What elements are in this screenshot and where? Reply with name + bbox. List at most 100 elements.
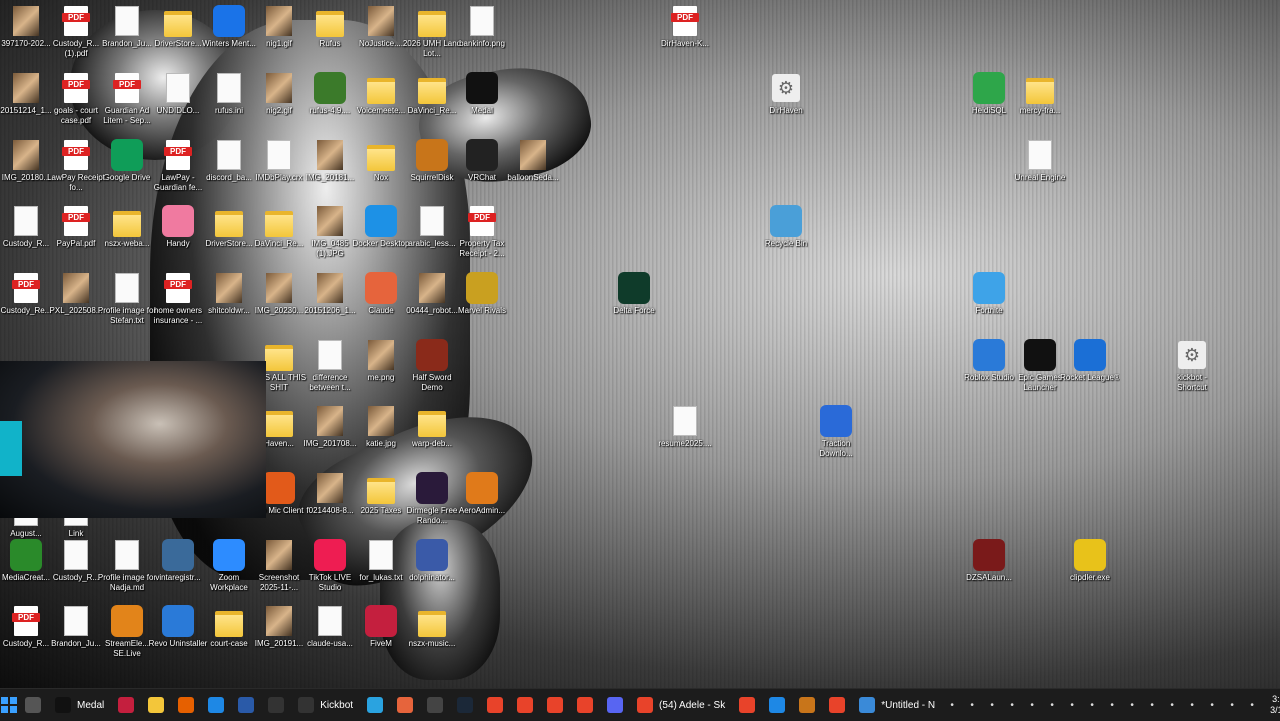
clock[interactable]: 3:13 AM 3/1/2026 xyxy=(1270,694,1280,716)
desktop-icon[interactable]: Traction Downlo... xyxy=(810,405,862,471)
desktop-icon[interactable]: me.png xyxy=(355,339,407,405)
desktop-icon[interactable]: claude-usa... xyxy=(304,605,356,671)
taskbar-item-chrome-6[interactable] xyxy=(823,691,851,719)
desktop-icon[interactable]: discord_ba... xyxy=(203,139,255,205)
tray-icon-14[interactable]: • xyxy=(1202,700,1222,711)
taskbar-item-chrome-youtube[interactable]: (54) Adele - Sk xyxy=(631,691,731,719)
desktop-icon[interactable]: IMG_201708... xyxy=(304,405,356,471)
taskbar-item-discord[interactable] xyxy=(601,691,629,719)
desktop-icon[interactable]: UNDIDLO... xyxy=(152,72,204,138)
tray-icon-6[interactable]: • xyxy=(1042,700,1062,711)
desktop-icon[interactable]: VRChat xyxy=(456,139,508,205)
tray-icon-7[interactable]: • xyxy=(1062,700,1082,711)
desktop-icon[interactable]: IMDbPlay.crx xyxy=(253,139,305,205)
desktop-icon[interactable]: Custody_R... xyxy=(50,539,102,605)
desktop-icon[interactable]: Profile image for Nadja.md xyxy=(98,539,156,605)
desktop-icon[interactable]: Medal xyxy=(456,72,508,138)
taskbar-item-firefox[interactable] xyxy=(172,691,200,719)
taskbar-item-powershell[interactable] xyxy=(232,691,260,719)
desktop-icon[interactable]: Marvel Rivals xyxy=(456,272,508,338)
taskbar-item-telegram[interactable] xyxy=(361,691,389,719)
taskbar-item-chrome-2[interactable] xyxy=(511,691,539,719)
tray-icon-3[interactable]: • xyxy=(982,700,1002,711)
desktop-icon[interactable]: nszx-music... xyxy=(406,605,458,671)
tray-icon-16[interactable]: • xyxy=(1242,700,1262,711)
desktop-icon[interactable]: Zoom Workplace xyxy=(203,539,255,605)
desktop-icon[interactable]: 397170-202... xyxy=(0,5,52,71)
desktop-icon[interactable]: nszx-weba... xyxy=(101,205,153,271)
desktop-icon[interactable]: PDF Custody_R... (1).pdf xyxy=(50,5,102,71)
taskbar-item-chrome-4[interactable] xyxy=(571,691,599,719)
desktop-icon[interactable]: PDF goals - court case.pdf xyxy=(50,72,102,138)
desktop-icon[interactable]: Roblox Studio xyxy=(963,339,1015,405)
taskbar-item-claude[interactable] xyxy=(391,691,419,719)
taskbar-item-app-orange[interactable] xyxy=(793,691,821,719)
desktop-icon[interactable]: difference between t... xyxy=(304,339,356,405)
desktop-icon[interactable]: StreamEle... SE.Live xyxy=(101,605,153,671)
desktop-icon[interactable]: Delta Force xyxy=(608,272,660,338)
desktop-icon[interactable]: PDF Guardian Ad Litem - Sep... xyxy=(101,72,153,138)
desktop-icon[interactable]: NoJustice.... xyxy=(355,5,407,71)
desktop-icon[interactable]: PDF Property Tax Receipt - 2... xyxy=(456,205,508,271)
desktop-icon[interactable]: IMG_20191... xyxy=(253,605,305,671)
desktop-icon[interactable]: Screenshot 2025-11-... xyxy=(253,539,305,605)
taskbar-item-file-explorer[interactable] xyxy=(142,691,170,719)
volume-icon[interactable]: • xyxy=(1222,700,1242,711)
desktop-icon[interactable]: PDF PayPal.pdf xyxy=(50,205,102,271)
desktop-icon[interactable]: Half Sword Demo xyxy=(406,339,458,405)
desktop-icon[interactable]: Brandon_Ju... xyxy=(101,5,153,71)
desktop-icon[interactable]: shitcoldwr... xyxy=(203,272,255,338)
desktop-icon[interactable]: Rocket League® xyxy=(1060,339,1120,405)
desktop-icon[interactable]: Dirmegle Free Rando... xyxy=(406,472,458,538)
taskbar-item-vscode[interactable] xyxy=(763,691,791,719)
desktop-icon[interactable]: nig2.gif xyxy=(253,72,305,138)
desktop-icon[interactable]: Google Drive xyxy=(101,139,153,205)
tray-icon-1[interactable]: • xyxy=(942,700,962,711)
desktop-icon[interactable]: Docker Desktop xyxy=(353,205,409,271)
desktop-icon[interactable]: Recycle Bin xyxy=(760,205,812,271)
desktop-icon[interactable]: Rufus xyxy=(304,5,356,71)
desktop-icon[interactable]: mercy-fra... xyxy=(1014,72,1066,138)
taskbar-item-app-star[interactable] xyxy=(421,691,449,719)
tray-icon-11[interactable]: • xyxy=(1142,700,1162,711)
desktop-icon[interactable]: katie.jpg xyxy=(355,405,407,471)
desktop-icon[interactable]: Voicemeete... xyxy=(355,72,407,138)
desktop-icon[interactable]: 2025 Taxes xyxy=(355,472,407,538)
desktop-icon[interactable]: TikTok LIVE Studio xyxy=(304,539,356,605)
desktop-icon[interactable]: PDF Custody_R... xyxy=(0,605,52,671)
desktop-icon[interactable]: PDF DirHaven-K... xyxy=(659,5,711,71)
desktop-icon[interactable]: court-case xyxy=(203,605,255,671)
desktop-icon[interactable]: resume2025.... xyxy=(658,405,712,471)
desktop-icon[interactable]: rufus.ini xyxy=(203,72,255,138)
desktop-icon[interactable]: PDF home owners insurance - ... xyxy=(152,272,204,338)
taskbar-item-notepad[interactable]: *Untitled - N xyxy=(853,691,941,719)
taskbar-item-kickbot[interactable]: Kickbot xyxy=(292,691,359,719)
desktop-icon[interactable]: Brandon_Ju... xyxy=(50,605,102,671)
desktop-icon[interactable]: Revo Uninstaller xyxy=(149,605,207,671)
tray-icon-13[interactable]: • xyxy=(1182,700,1202,711)
taskbar-item-medal[interactable]: Medal xyxy=(49,691,110,719)
taskbar-item-system-icon[interactable] xyxy=(19,691,47,719)
desktop-icon[interactable]: DriverStore... xyxy=(203,205,255,271)
desktop-icon[interactable]: DaVinci_Re... xyxy=(253,205,305,271)
desktop-icon[interactable]: 00444_robot... xyxy=(406,272,458,338)
desktop-icon[interactable]: Epic Games Launcher xyxy=(1014,339,1066,405)
desktop-icon[interactable]: MediaCreat... xyxy=(0,539,52,605)
tray-icon-2[interactable]: • xyxy=(962,700,982,711)
tray-icon-8[interactable]: • xyxy=(1082,700,1102,711)
desktop-icon[interactable]: Handy xyxy=(152,205,204,271)
taskbar-item-chrome-5[interactable] xyxy=(733,691,761,719)
tray-icon-4[interactable]: • xyxy=(1002,700,1022,711)
desktop-icon[interactable]: 2026 UMH Land Lot... xyxy=(403,5,461,71)
taskbar-item-chrome-3[interactable] xyxy=(541,691,569,719)
desktop-icon[interactable]: nig1.gif xyxy=(253,5,305,71)
desktop-icon[interactable]: PDF Custody_Re... xyxy=(0,272,52,338)
desktop-icon[interactable]: dolphinator... xyxy=(406,539,458,605)
desktop-icon[interactable]: bankinfo.png xyxy=(456,5,508,71)
taskbar-item-terminal[interactable] xyxy=(262,691,290,719)
tray-icon-12[interactable]: • xyxy=(1162,700,1182,711)
desktop-icon[interactable]: IMG_20181... xyxy=(304,139,356,205)
taskbar-item-steam[interactable] xyxy=(451,691,479,719)
desktop-icon[interactable]: 20151206_1... xyxy=(304,272,356,338)
start-button[interactable] xyxy=(1,691,17,719)
